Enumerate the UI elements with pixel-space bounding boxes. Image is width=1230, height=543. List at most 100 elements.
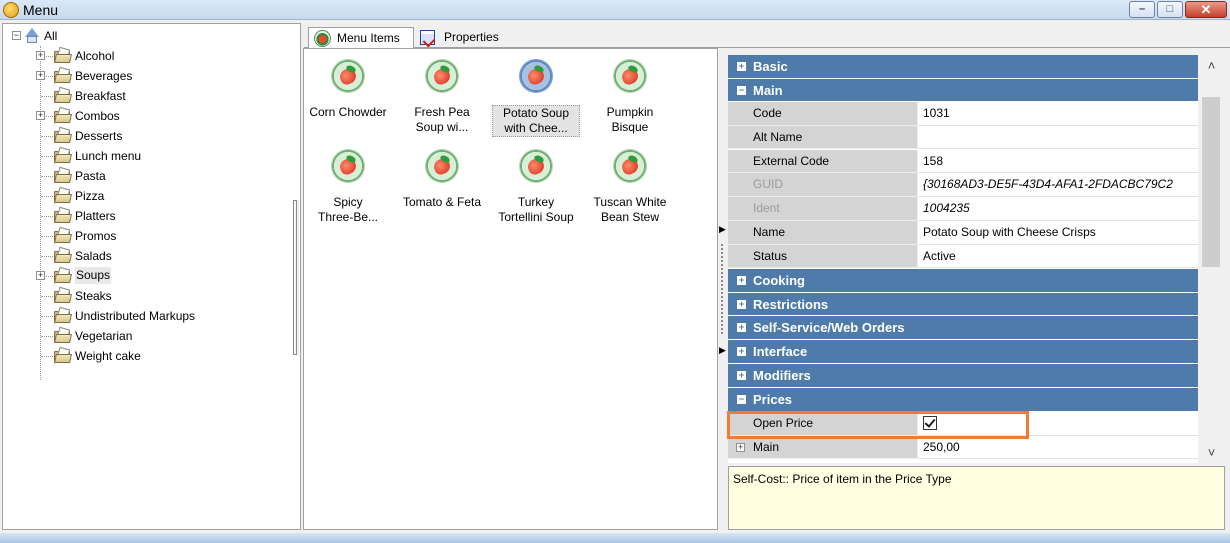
collapse-icon[interactable]: − [12, 31, 21, 40]
splitter-arrow-icon[interactable]: ▶ [719, 224, 726, 235]
close-button[interactable]: ✕ [1185, 1, 1227, 18]
category-main[interactable]: − Main [728, 78, 1198, 102]
category-self-service[interactable]: + Self-Service/Web Orders [728, 316, 1198, 340]
expand-icon[interactable]: + [737, 371, 746, 380]
collapse-icon[interactable]: − [737, 85, 746, 95]
tree-item[interactable]: + Combos [3, 106, 293, 126]
property-value[interactable]: Potato Soup with Cheese Crisps [918, 221, 1198, 245]
menu-item-card[interactable]: Corn Chowder [304, 59, 392, 141]
maximize-button[interactable]: □ [1157, 1, 1183, 18]
tab-menu-items[interactable]: Menu Items [308, 27, 414, 49]
category-label: Cooking [753, 273, 805, 288]
splitter-grip[interactable] [721, 244, 723, 334]
category-basic[interactable]: + Basic [728, 55, 1198, 79]
menu-item-name: Pumpkin Bisque [586, 105, 674, 135]
tab-properties[interactable]: Properties [416, 27, 516, 49]
expand-icon[interactable]: + [737, 62, 746, 71]
expand-icon[interactable]: + [36, 271, 45, 280]
minimize-button[interactable]: – [1129, 1, 1155, 18]
property-scrollbar[interactable]: ˄ ˅ [1199, 55, 1224, 464]
expand-icon[interactable]: + [737, 276, 746, 285]
property-main-price[interactable]: + Main 250,00 [728, 435, 1198, 459]
folder-icon [54, 106, 72, 123]
tree-item[interactable]: Pasta [3, 166, 293, 186]
menu-item-card[interactable]: Tomato & Feta [398, 149, 486, 231]
tree-item[interactable]: Vegetarian [3, 326, 293, 346]
folder-icon [54, 66, 72, 83]
scroll-up-icon[interactable]: ˄ [1199, 57, 1224, 75]
property-row[interactable]: External Code 158 [728, 149, 1198, 174]
menu-item-card[interactable]: Pumpkin Bisque [586, 59, 674, 141]
expand-icon[interactable]: + [36, 71, 45, 80]
category-restrictions[interactable]: + Restrictions [728, 292, 1198, 316]
tree-item[interactable]: Promos [3, 226, 293, 246]
splitter-grip[interactable] [293, 200, 297, 355]
property-value[interactable] [918, 126, 1198, 150]
folder-icon [54, 206, 72, 223]
property-row[interactable]: Code 1031 [728, 102, 1198, 126]
tree-item[interactable]: Pizza [3, 186, 293, 206]
tree-item[interactable]: Undistributed Markups [3, 306, 293, 326]
property-value[interactable]: {30168AD3-DE5F-43D4-AFA1-2FDACBC79C2 [918, 173, 1198, 197]
tree-item[interactable]: Platters [3, 206, 293, 226]
expand-icon[interactable]: + [36, 51, 45, 60]
property-value[interactable]: 158 [918, 150, 1198, 174]
tree-line [41, 356, 53, 357]
property-value[interactable]: 1031 [918, 102, 1198, 126]
collapse-icon[interactable]: − [737, 395, 746, 404]
tree-item[interactable]: + Soups [3, 266, 293, 286]
property-row[interactable]: Ident 1004235 [728, 197, 1198, 221]
soup-icon [425, 59, 459, 93]
property-value[interactable]: 250,00 [918, 436, 1198, 459]
tree-line [41, 236, 53, 237]
tree-line [41, 316, 53, 317]
property-row[interactable]: GUID {30168AD3-DE5F-43D4-AFA1-2FDACBC79C2 [728, 173, 1198, 197]
property-name: Name [728, 221, 918, 245]
menu-item-card[interactable]: Turkey Tortellini Soup [492, 149, 580, 231]
tree-item-label: Lunch menu [75, 149, 142, 163]
tree-item[interactable]: Lunch menu [3, 146, 293, 166]
expand-icon[interactable]: + [736, 442, 745, 452]
menu-item-name: Spicy Three-Be... [304, 195, 392, 225]
tree-item-all[interactable]: − All [3, 26, 293, 46]
menu-item-card[interactable]: Tuscan White Bean Stew [586, 149, 674, 231]
category-cooking[interactable]: + Cooking [728, 269, 1198, 293]
tree-item[interactable]: Salads [3, 246, 293, 266]
property-value[interactable]: 1004235 [918, 197, 1198, 221]
splitter-arrow-icon[interactable]: ▶ [719, 345, 726, 356]
tree-line [41, 256, 53, 257]
scroll-thumb[interactable] [1202, 97, 1220, 267]
tree-item-label: Beverages [75, 69, 133, 83]
left-splitter[interactable] [293, 200, 299, 355]
tree-item[interactable]: + Beverages [3, 66, 293, 86]
category-prices[interactable]: − Prices [728, 388, 1198, 412]
middle-splitter[interactable]: ▶ ▶ [719, 220, 726, 360]
menu-item-card[interactable]: Potato Soup with Chee... [492, 59, 580, 141]
menu-item-name-line1: Corn Chowder [309, 105, 387, 119]
category-interface[interactable]: + Interface [728, 340, 1198, 364]
menu-items-panel: Corn Chowder Fresh Pea Soup wi... Potato So… [303, 48, 718, 530]
tree-item[interactable]: Breakfast [3, 86, 293, 106]
category-tree[interactable]: − All + Alcohol + Beverages Breakfast + Combos… [2, 23, 301, 530]
folder-icon [54, 86, 72, 103]
scroll-down-icon[interactable]: ˅ [1199, 444, 1224, 462]
property-row[interactable]: Alt Name [728, 125, 1198, 150]
expand-icon[interactable]: + [737, 323, 746, 332]
tree-item[interactable]: Weight cake [3, 346, 293, 366]
menu-item-name-line1: Fresh Pea [414, 105, 470, 119]
category-label: Main [753, 82, 783, 98]
category-modifiers[interactable]: + Modifiers [728, 364, 1198, 388]
tree-item[interactable]: Desserts [3, 126, 293, 146]
expand-icon[interactable]: + [36, 111, 45, 120]
property-value[interactable]: Active [918, 245, 1198, 269]
properties-icon [420, 30, 435, 45]
expand-icon[interactable]: + [737, 347, 746, 356]
expand-icon[interactable]: + [737, 299, 746, 309]
menu-item-card[interactable]: Fresh Pea Soup wi... [398, 59, 486, 141]
menu-item-card[interactable]: Spicy Three-Be... [304, 149, 392, 231]
property-row[interactable]: Name Potato Soup with Cheese Crisps [728, 221, 1198, 245]
menu-item-name: Tomato & Feta [398, 195, 486, 210]
tree-item[interactable]: + Alcohol [3, 46, 293, 66]
tree-item[interactable]: Steaks [3, 286, 293, 306]
property-row[interactable]: Status Active [728, 244, 1198, 269]
